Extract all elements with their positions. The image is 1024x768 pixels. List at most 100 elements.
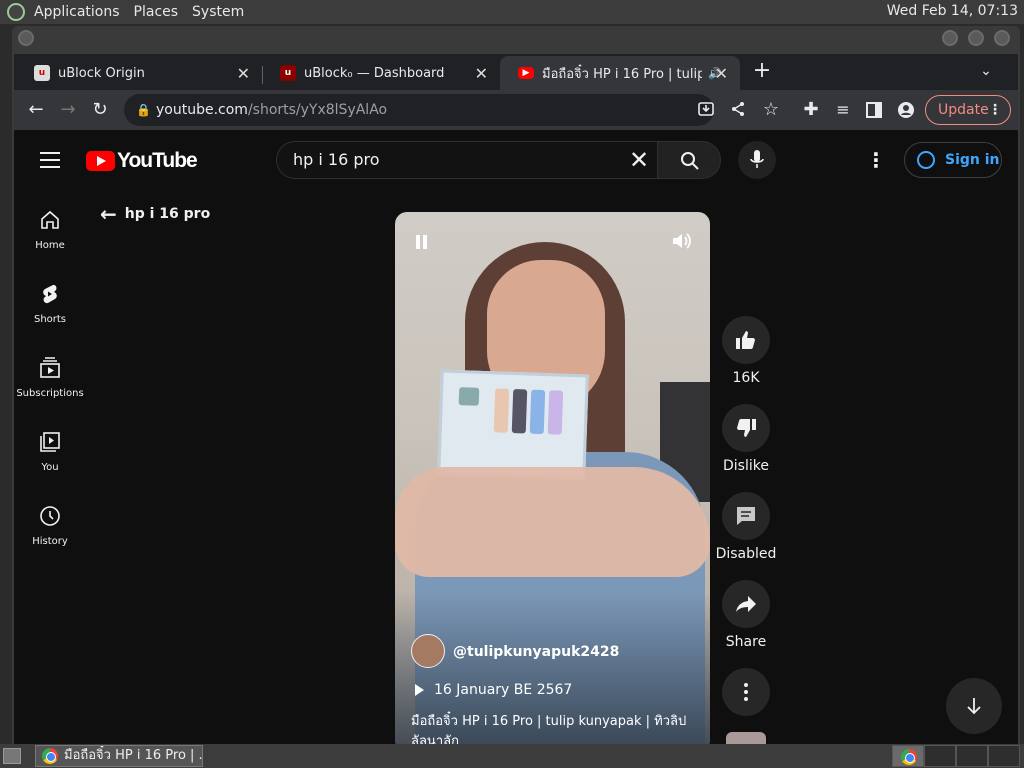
thumbs-up-icon [736, 331, 755, 349]
tab-strip: u uBlock Origin ✕ u uBlock₀ — Dashboard … [14, 54, 1018, 90]
comments-disabled-label: Disabled [715, 546, 777, 562]
volume-icon[interactable] [670, 230, 692, 252]
guide-item-label: You [41, 462, 59, 473]
close-tab-icon[interactable]: ✕ [715, 64, 728, 83]
ublock-icon: u [280, 65, 296, 81]
share-button[interactable] [722, 580, 770, 628]
play-small-icon [415, 684, 424, 696]
shorts-back-header[interactable]: ← hp i 16 pro [100, 202, 210, 226]
thumbs-down-icon [737, 419, 756, 437]
profile-icon[interactable] [898, 102, 914, 118]
workspace-switcher[interactable] [892, 745, 1024, 767]
guide-item-you[interactable]: You [14, 430, 86, 473]
guide-item-home[interactable]: Home [14, 208, 86, 251]
more-actions-button[interactable] [722, 668, 770, 716]
back-arrow-icon[interactable]: ← [24, 98, 48, 122]
short-title[interactable]: มือถือจิ๋ว HP i 16 Pro | tulip kunyapak … [411, 712, 691, 744]
guide-item-history[interactable]: History [14, 504, 86, 547]
guide-menu-icon[interactable] [40, 152, 60, 173]
clear-search-icon[interactable]: ✕ [628, 148, 650, 172]
install-app-icon[interactable] [697, 100, 715, 118]
media-controls-icon[interactable]: ≡ [831, 98, 855, 122]
show-desktop-icon[interactable] [3, 748, 21, 764]
more-vertical-icon [744, 683, 748, 701]
new-tab-plus-icon[interactable]: + [750, 59, 774, 83]
chrome-icon [901, 749, 917, 765]
guide-item-label: Subscriptions [16, 388, 84, 399]
sound-thumbnail[interactable] [726, 732, 766, 744]
you-icon [40, 432, 60, 452]
system-menu[interactable]: System [188, 4, 248, 20]
window-menu-icon[interactable] [18, 30, 34, 46]
tab-search-chevron-icon[interactable]: ⌄ [974, 59, 998, 83]
guide-item-label: Home [35, 240, 65, 251]
browser-toolbar: ← → ↻ 🔒 youtube.com/shorts/yYx8lSyAlAo ☆… [14, 90, 1018, 130]
maximize-window-icon[interactable] [968, 30, 984, 46]
voice-search-button[interactable] [738, 141, 776, 179]
back-arrow-icon[interactable]: ← [100, 202, 117, 226]
channel-avatar[interactable] [411, 634, 445, 668]
next-short-button[interactable] [946, 678, 1002, 734]
applications-menu[interactable]: Applications [30, 4, 124, 20]
taskbar-window-button[interactable]: มือถือจิ๋ว HP i 16 Pro | ... [35, 745, 203, 767]
comments-button[interactable] [722, 492, 770, 540]
youtube-logo-text: YouTube [117, 149, 198, 172]
workspace-2[interactable] [924, 745, 956, 767]
url-path: /shorts/yYx8lSyAlAo [247, 102, 388, 118]
sign-in-button[interactable]: Sign in [904, 142, 1002, 178]
address-bar[interactable]: 🔒 youtube.com/shorts/yYx8lSyAlAo [124, 94, 714, 126]
tab-title: มือถือจิ๋ว HP i 16 Pro | tulip k [542, 66, 702, 82]
search-input[interactable]: hp i 16 pro [276, 141, 658, 179]
like-count: 16K [732, 370, 760, 386]
panel-clock[interactable]: Wed Feb 14, 07:13 [887, 3, 1018, 19]
youtube-play-logo-icon [86, 151, 115, 171]
like-button[interactable] [722, 316, 770, 364]
distro-logo-icon[interactable] [7, 3, 25, 21]
bookmark-star-icon[interactable]: ☆ [759, 98, 783, 122]
settings-more-icon[interactable]: ⋮ [866, 148, 886, 172]
close-tab-icon[interactable]: ✕ [475, 64, 488, 83]
places-menu[interactable]: Places [130, 4, 183, 20]
workspace-3[interactable] [956, 745, 988, 767]
tab-ublock-dashboard[interactable]: u uBlock₀ — Dashboard ✕ [262, 56, 500, 90]
pause-icon[interactable] [416, 234, 430, 249]
shorts-icon [43, 284, 57, 304]
comment-icon [737, 507, 755, 525]
close-window-icon[interactable] [994, 30, 1010, 46]
extensions-puzzle-icon[interactable]: ✚ [799, 98, 823, 122]
bottom-taskbar: มือถือจิ๋ว HP i 16 Pro | ... [0, 744, 1024, 768]
tab-title: uBlock₀ — Dashboard [304, 65, 445, 81]
tab-youtube-short[interactable]: ▶ มือถือจิ๋ว HP i 16 Pro | tulip k 🔊 ✕ [500, 56, 740, 90]
chrome-menu-dots-icon[interactable]: ⋮ [988, 96, 1002, 124]
search-query: hp i 16 pro [293, 150, 380, 169]
youtube-logo[interactable]: YouTube [86, 149, 198, 173]
guide-item-label: History [32, 536, 68, 547]
reload-icon[interactable]: ↻ [88, 98, 112, 122]
share-icon[interactable] [729, 100, 747, 118]
dislike-button[interactable] [722, 404, 770, 452]
search-button[interactable] [657, 141, 721, 179]
box-art [493, 388, 510, 433]
update-button-label: Update [938, 102, 989, 118]
guide-item-label: Shorts [33, 314, 67, 325]
update-button[interactable]: Update ⋮ [925, 95, 1011, 125]
youtube-masthead: YouTube hp i 16 pro ✕ ⋮ Sign in [14, 130, 1018, 190]
guide-item-subscriptions[interactable]: Subscriptions [14, 356, 86, 399]
side-panel-icon[interactable] [866, 102, 882, 118]
guide-item-shorts[interactable]: Shorts [14, 282, 86, 325]
video-frame-phone-box [437, 369, 589, 481]
channel-handle[interactable]: @tulipkunyapuk2428 [453, 644, 619, 660]
site-info-lock-icon[interactable]: 🔒 [136, 94, 151, 126]
ublock-icon: u [34, 65, 50, 81]
workspace-1[interactable] [892, 745, 924, 767]
share-label: Share [725, 634, 767, 650]
workspace-4[interactable] [988, 745, 1020, 767]
history-icon [40, 506, 60, 526]
short-video-player[interactable]: @tulipkunyapuk2428 16 January BE 2567 มื… [395, 212, 710, 744]
upload-date: 16 January BE 2567 [434, 682, 573, 698]
tab-ublock-origin[interactable]: u uBlock Origin ✕ [16, 56, 262, 90]
search-icon [681, 152, 699, 170]
forward-arrow-icon[interactable]: → [56, 98, 80, 122]
minimize-window-icon[interactable] [942, 30, 958, 46]
close-tab-icon[interactable]: ✕ [237, 64, 250, 83]
